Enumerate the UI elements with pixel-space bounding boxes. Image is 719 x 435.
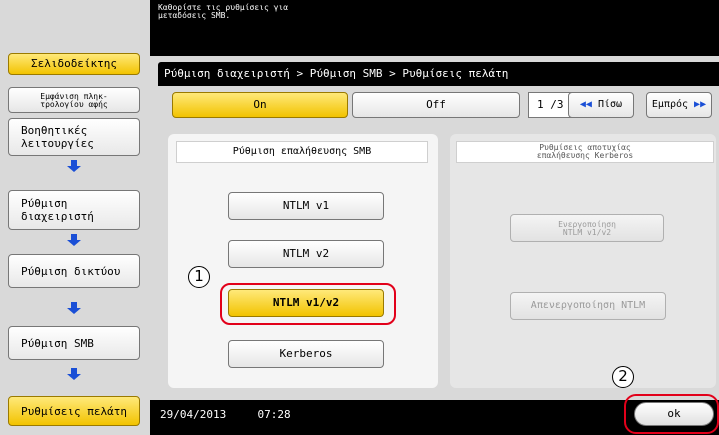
breadcrumb: Ρύθμιση διαχειριστή > Ρύθμιση SMB > Ρυθμ… (158, 62, 719, 86)
arrow-down-icon (66, 160, 82, 172)
back-button[interactable]: ◀◀ Πίσω (568, 92, 634, 118)
kerberos-failure-panel (450, 134, 716, 388)
display-keypad-label-line2: τρολογίου αφής (40, 100, 108, 109)
callout-1: 1 (188, 266, 210, 288)
kerberos-button[interactable]: Kerberos (228, 340, 384, 368)
message-bar: Καθορίστε τις ρυθμίσεις για μεταδόσεις S… (150, 0, 719, 56)
arrow-down-icon (66, 302, 82, 314)
enable-ntlm-button: Ενεργοποίηση NTLM v1/v2 (510, 214, 664, 242)
ntlm-v1-v2-button[interactable]: NTLM v1/v2 (228, 289, 384, 317)
sidebar-item-admin-settings[interactable]: Ρύθμιση διαχειριστή (8, 190, 140, 230)
double-right-arrow-icon: ▶▶ (694, 99, 707, 110)
back-label: Πίσω (597, 99, 623, 110)
message-line-1: Καθορίστε τις ρυθμίσεις για (158, 3, 289, 12)
status-time: 07:28 (257, 408, 291, 421)
on-button[interactable]: On (172, 92, 348, 118)
smb-auth-panel-title: Ρύθμιση επαλήθευσης SMB (176, 141, 428, 163)
sidebar-item-label: Ρύθμιση δικτύου (21, 264, 121, 278)
callout-2: 2 (612, 366, 634, 388)
sidebar-item-label: διαχειριστή (21, 210, 94, 223)
status-date: 29/04/2013 (160, 408, 227, 421)
disable-ntlm-button: Απενεργοποίηση NTLM (510, 292, 666, 320)
kerberos-panel-title: Ρυθμίσεις αποτυχίας επαλήθευσης Kerberos (456, 141, 714, 163)
sidebar-item-label: Βοηθητικές (21, 124, 88, 137)
sidebar-item-client-settings[interactable]: Ρυθμίσεις πελάτη (8, 396, 140, 426)
sidebar-item-label: λειτουργίες (21, 137, 94, 150)
arrow-down-icon (66, 234, 82, 246)
bookmark-button[interactable]: Σελιδοδείκτης (8, 53, 140, 75)
off-button[interactable]: Off (352, 92, 520, 118)
sidebar-item-utility[interactable]: Βοηθητικές λειτουργίες (8, 118, 140, 156)
sidebar-item-label: Ρυθμίσεις πελάτη (21, 404, 127, 418)
sidebar-item-smb-settings[interactable]: Ρύθμιση SMB (8, 326, 140, 360)
double-left-arrow-icon: ◀◀ (579, 99, 592, 110)
sidebar-item-network-settings[interactable]: Ρύθμιση δικτύου (8, 254, 140, 288)
sidebar-item-label: Ρύθμιση (21, 197, 68, 210)
enable-ntlm-line2: NTLM v1/v2 (562, 228, 612, 237)
forward-button[interactable]: Εμπρός ▶▶ (646, 92, 712, 118)
arrow-down-icon (66, 368, 82, 380)
ok-button[interactable]: ok (634, 402, 714, 426)
message-line-2: μεταδόσεις SMB. (158, 11, 231, 20)
kerberos-title-line2: επαλήθευσης Kerberos (536, 151, 634, 160)
display-keypad-button[interactable]: Εμφάνιση πληκ- τρολογίου αφής (8, 87, 140, 113)
sidebar-item-label: Ρύθμιση SMB (21, 336, 94, 350)
ntlm-v2-button[interactable]: NTLM v2 (228, 240, 384, 268)
ntlm-v1-button[interactable]: NTLM v1 (228, 192, 384, 220)
forward-label: Εμπρός (651, 99, 689, 110)
